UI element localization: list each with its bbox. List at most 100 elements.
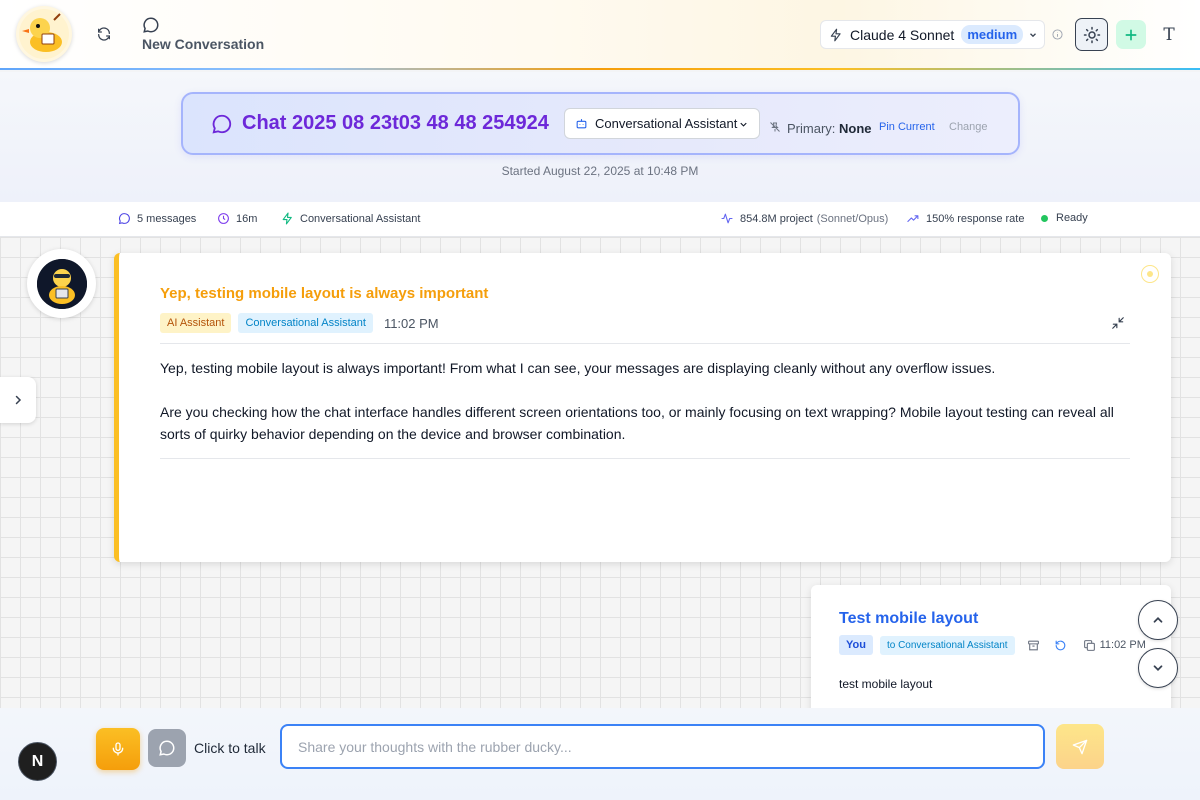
microphone-icon: [112, 742, 124, 756]
model-effort-badge: medium: [961, 25, 1024, 44]
role-badge: You: [839, 635, 873, 655]
lightning-icon: [830, 28, 841, 41]
framework-badge[interactable]: N: [18, 742, 57, 781]
chevron-up-icon: [1153, 617, 1163, 623]
refresh-icon: [98, 27, 110, 41]
message-count: 5 messages: [137, 212, 197, 225]
message-count-stat: 5 messages: [118, 212, 196, 225]
duration: 16m: [236, 212, 258, 225]
chat-bubble-icon: [159, 740, 175, 756]
assistant-badge: Conversational Assistant: [238, 313, 373, 333]
model-name: Claude 4 Sonnet: [850, 26, 955, 43]
message-paragraph: Are you checking how the chat interface …: [160, 404, 1114, 442]
chat-title-card: Chat 2025 08 23t03 48 48 254924 Conversa…: [181, 92, 1020, 155]
primary-status: Primary: None: [787, 121, 872, 136]
activity-icon: [721, 213, 733, 224]
clock-icon: [218, 213, 229, 224]
assistant-select[interactable]: Conversational Assistant: [564, 108, 760, 139]
message-heading: Yep, testing mobile layout is always imp…: [160, 285, 489, 302]
theme-toggle-button[interactable]: [1075, 18, 1108, 51]
sidebar-toggle-button[interactable]: [0, 377, 36, 423]
project-size: 854.8M project: [740, 212, 813, 225]
assistant-avatar: [27, 249, 96, 318]
primary-value: None: [839, 121, 872, 136]
rubber-duck-logo[interactable]: [16, 6, 72, 62]
voice-chat-button[interactable]: [148, 729, 186, 767]
duck-logo-icon: [19, 9, 69, 59]
trending-up-icon: [907, 215, 919, 223]
retry-button[interactable]: [1054, 639, 1067, 652]
status-stat: Ready: [1041, 212, 1088, 224]
refresh-button[interactable]: [92, 22, 116, 46]
text-size-button[interactable]: T: [1158, 20, 1180, 49]
sun-icon: [1083, 26, 1100, 43]
primary-label: Primary:: [787, 121, 836, 136]
scroll-up-button[interactable]: [1138, 600, 1178, 640]
info-icon[interactable]: [1052, 29, 1063, 40]
divider: [160, 343, 1130, 344]
message-heading: Test mobile layout: [839, 610, 979, 627]
chat-area[interactable]: Yep, testing mobile layout is always imp…: [0, 237, 1200, 708]
pin-current-link[interactable]: Pin Current: [879, 121, 935, 133]
status-dot: [1041, 214, 1048, 222]
message-meta: You to Conversational Assistant 11:02 PM: [839, 635, 1146, 655]
response-rate: 150% response rate: [926, 212, 1025, 225]
status-text: Ready: [1056, 212, 1088, 224]
message-input[interactable]: [280, 724, 1045, 769]
message-body: test mobile layout: [839, 677, 933, 691]
stats-bar: 5 messages 16m Conversational Assistant …: [0, 202, 1200, 237]
chevron-right-icon: [15, 395, 22, 405]
message-meta: AI Assistant Conversational Assistant 11…: [160, 313, 439, 333]
new-conversation-label: New Conversation: [142, 36, 265, 52]
status-indicator-icon: [1141, 265, 1159, 283]
robot-icon: [576, 119, 587, 129]
top-bar: New Conversation Claude 4 Sonnet medium …: [0, 0, 1200, 70]
message-time: 11:02 PM: [383, 315, 439, 331]
recipient-badge: to Conversational Assistant: [879, 635, 1015, 655]
click-to-talk-label[interactable]: Click to talk: [194, 740, 266, 756]
project-models: (Sonnet/Opus): [816, 212, 889, 225]
assistant-stat: Conversational Assistant: [281, 212, 420, 225]
assistant-select-label: Conversational Assistant: [595, 116, 738, 131]
chevron-down-icon: [1030, 33, 1036, 38]
microphone-button[interactable]: [96, 728, 140, 770]
pin-off-icon: [770, 122, 780, 132]
message-time: 11:02 PM: [1099, 639, 1146, 651]
retry-icon: [1055, 640, 1065, 650]
chat-bubble-icon: [212, 114, 232, 134]
user-message-card: Test mobile layout You to Conversational…: [811, 585, 1171, 708]
add-button[interactable]: [1116, 20, 1146, 49]
change-link[interactable]: Change: [949, 121, 988, 133]
new-conversation-button[interactable]: New Conversation: [142, 16, 272, 56]
started-timestamp: Started August 22, 2025 at 10:48 PM: [501, 164, 699, 178]
plus-icon: [1125, 29, 1137, 40]
message-body: Yep, testing mobile layout is always imp…: [160, 357, 1130, 445]
minimize-icon: [1112, 317, 1124, 329]
archive-icon: [1027, 640, 1039, 650]
send-icon: [1072, 739, 1088, 754]
divider: [160, 458, 1130, 459]
duration-stat: 16m: [217, 212, 257, 225]
chat-title[interactable]: Chat 2025 08 23t03 48 48 254924: [242, 112, 549, 135]
collapse-message-button[interactable]: [1111, 316, 1125, 330]
chat-header: Chat 2025 08 23t03 48 48 254924 Conversa…: [0, 72, 1200, 202]
chat-bubble-icon: [118, 213, 130, 225]
model-select[interactable]: Claude 4 Sonnet medium: [820, 20, 1045, 49]
archive-button[interactable]: [1027, 639, 1040, 652]
chevron-down-icon: [1153, 665, 1163, 671]
project-stat: 854.8M project (Sonnet/Opus): [720, 212, 888, 225]
lightning-icon: [282, 212, 292, 225]
duck-avatar-icon: [36, 258, 87, 309]
copy-button[interactable]: [1083, 639, 1096, 652]
chat-bubble-icon: [143, 17, 159, 33]
response-rate-stat: 150% response rate: [906, 212, 1024, 225]
message-paragraph: Yep, testing mobile layout is always imp…: [160, 360, 996, 376]
chevron-down-icon: [740, 122, 747, 127]
send-button[interactable]: [1056, 724, 1104, 769]
assistant-message-card: Yep, testing mobile layout is always imp…: [114, 253, 1171, 562]
copy-icon: [1083, 639, 1095, 651]
role-badge: AI Assistant: [160, 313, 232, 333]
assistant-name: Conversational Assistant: [300, 212, 421, 225]
scroll-down-button[interactable]: [1138, 648, 1178, 688]
input-bar: N Click to talk: [0, 708, 1200, 800]
